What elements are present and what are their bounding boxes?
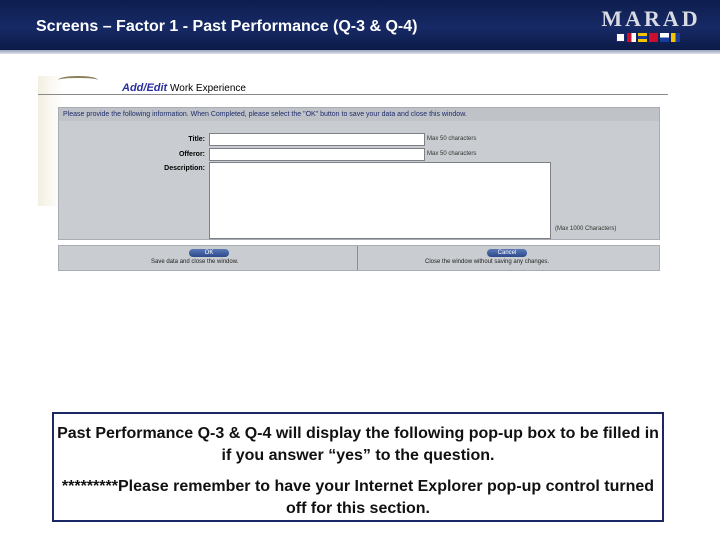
description-hint: (Max 1000 Characters) <box>555 226 617 232</box>
offeror-label: Offeror: <box>178 151 205 158</box>
signal-flags-icon <box>616 33 680 43</box>
caption-line-2: *********Please remember to have your In… <box>61 478 655 517</box>
title-label: Title: <box>188 136 205 143</box>
title-input[interactable] <box>209 133 425 146</box>
cancel-caption: Close the window without saving any chan… <box>425 259 550 265</box>
button-panel: OK Save data and close the window. Cance… <box>58 245 660 271</box>
cancel-button[interactable]: Cancel <box>487 249 527 257</box>
form-heading-title: Work Experience <box>170 83 246 94</box>
description-textarea[interactable] <box>209 162 551 239</box>
description-label: Description: <box>164 165 205 172</box>
ok-button[interactable]: OK <box>189 249 229 257</box>
ok-caption: Save data and close the window. <box>151 259 239 265</box>
slide-title: Screens – Factor 1 - Past Performance (Q… <box>36 18 418 35</box>
offeror-hint: Max 50 characters <box>427 151 477 157</box>
slide-header: Screens – Factor 1 - Past Performance (Q… <box>0 0 720 50</box>
form-instructions: Please provide the following information… <box>59 108 659 121</box>
form-panel: Please provide the following information… <box>58 107 660 240</box>
popup-screenshot: Add/Edit Work Experience Please provide … <box>38 76 668 276</box>
title-hint: Max 50 characters <box>427 136 477 142</box>
form-heading-prefix: Add/Edit <box>122 82 168 94</box>
header-divider <box>0 50 720 54</box>
offeror-input[interactable] <box>209 148 425 161</box>
logo-wordmark: MARAD <box>601 6 701 31</box>
button-divider <box>357 246 358 270</box>
form-heading: Add/Edit Work Experience <box>122 82 246 94</box>
caption-line-1: Past Performance Q-3 & Q-4 will display … <box>57 425 659 464</box>
marad-logo: MARAD <box>588 6 714 46</box>
heading-divider <box>38 94 668 95</box>
background-ghost-arc <box>58 76 98 84</box>
caption-box: Past Performance Q-3 & Q-4 will display … <box>52 412 664 522</box>
